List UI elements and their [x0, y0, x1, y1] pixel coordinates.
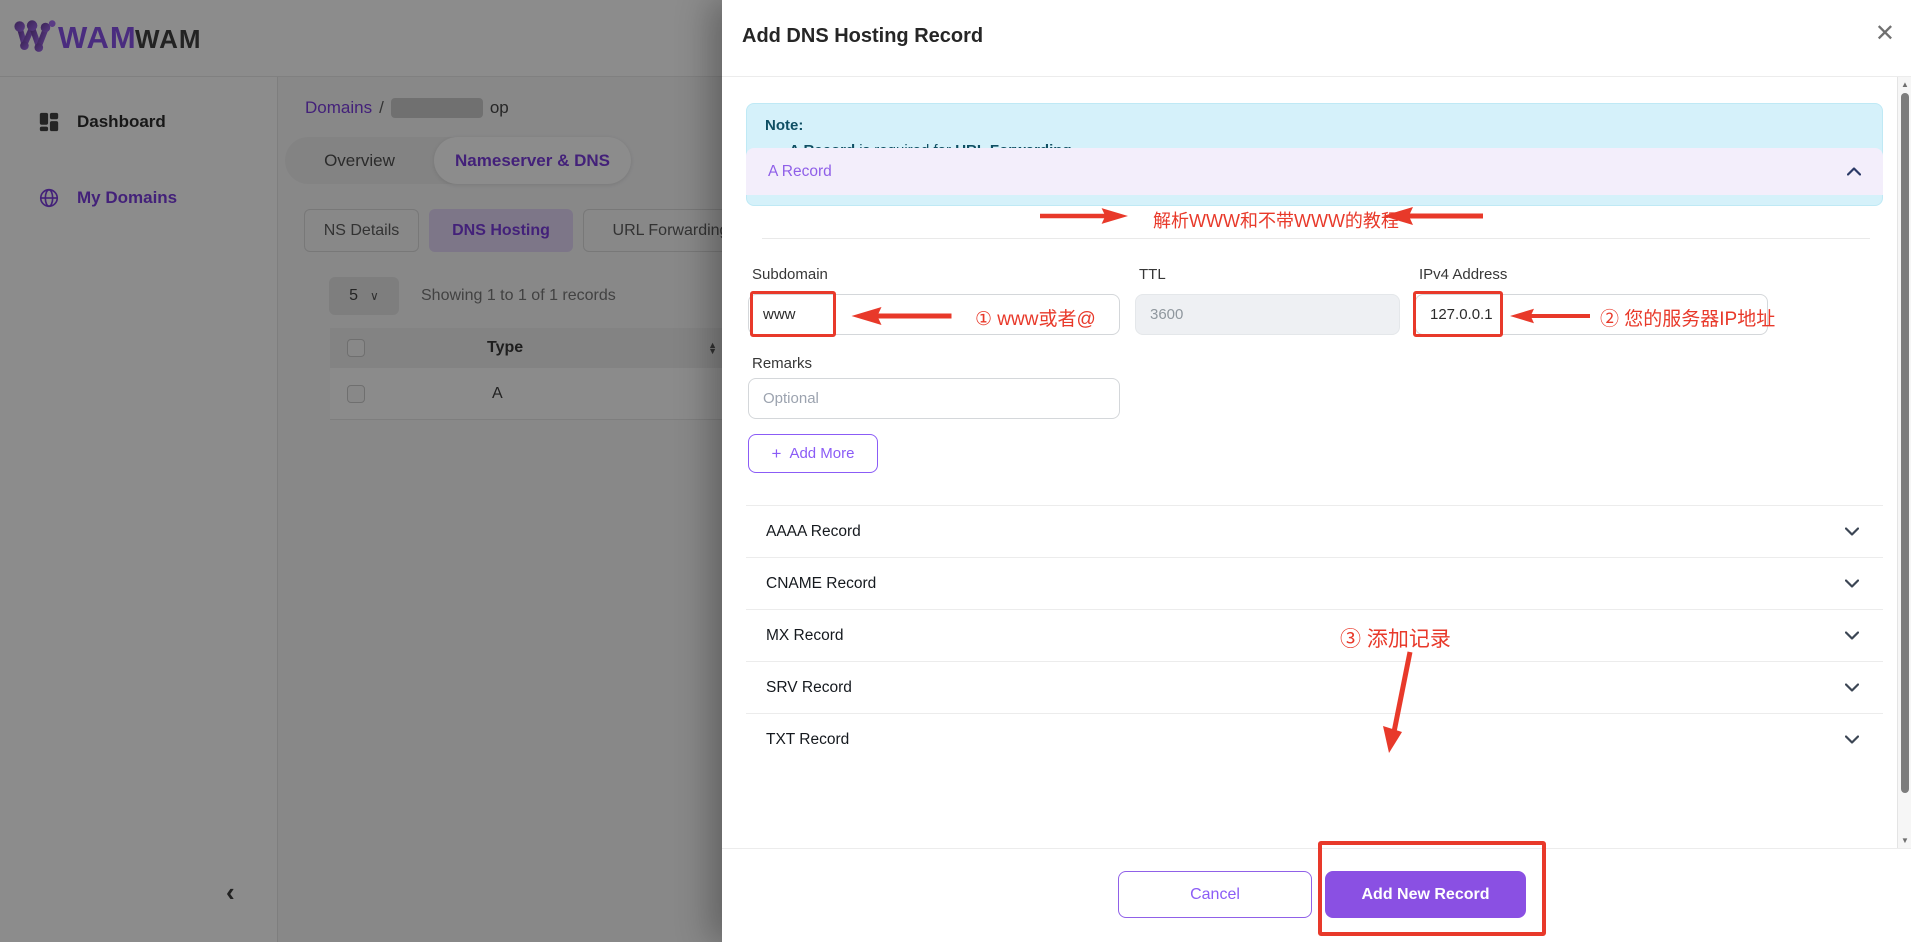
subdomain-label: Subdomain: [752, 266, 828, 283]
chevron-up-icon: [1847, 167, 1861, 176]
chevron-down-icon: [1845, 683, 1859, 692]
ttl-label: TTL: [1139, 266, 1166, 283]
accordion-mx-record[interactable]: MX Record: [746, 609, 1883, 661]
cancel-button[interactable]: Cancel: [1118, 871, 1312, 918]
annotation-arrow-left-icon: [1377, 206, 1489, 226]
close-icon[interactable]: ✕: [1875, 22, 1895, 46]
drawer-footer: Cancel Add New Record: [722, 848, 1911, 942]
section-label: TXT Record: [766, 731, 849, 749]
chevron-down-icon: [1845, 527, 1859, 536]
accordion-a-record-header[interactable]: A Record: [746, 148, 1883, 195]
a-record-title: A Record: [768, 163, 832, 181]
drawer-title: Add DNS Hosting Record: [742, 25, 983, 48]
remarks-input[interactable]: [748, 378, 1120, 419]
section-divider: [762, 238, 1870, 239]
chevron-down-icon: [1845, 579, 1859, 588]
add-dns-record-drawer: Add DNS Hosting Record ✕ Note: A Record …: [722, 0, 1911, 942]
ttl-input[interactable]: [1135, 294, 1400, 335]
scrollbar-thumb[interactable]: [1901, 93, 1909, 793]
section-label: CNAME Record: [766, 575, 876, 593]
plus-icon: +: [772, 444, 782, 464]
annotation-arrow-left-icon: [845, 306, 958, 326]
annotation-step2: ② 您的服务器IP地址: [1600, 304, 1775, 331]
section-label: MX Record: [766, 627, 844, 645]
annotation-box-ipv4-value: [1413, 291, 1503, 337]
annotation-step1: ① www或者@: [975, 304, 1096, 331]
scrollbar-up-arrow[interactable]: ▲: [1900, 80, 1910, 89]
accordion-aaaa-record[interactable]: AAAA Record: [746, 505, 1883, 557]
annotation-arrow-down-icon: [1380, 650, 1416, 756]
annotation-box-subdomain-value: [750, 291, 836, 337]
annotation-box-submit-button: [1318, 841, 1546, 936]
drawer-scrollbar: ▲ ▼: [1897, 77, 1911, 848]
accordion-srv-record[interactable]: SRV Record: [746, 661, 1883, 713]
accordion-cname-record[interactable]: CNAME Record: [746, 557, 1883, 609]
annotation-step3: ③ 添加记录: [1340, 623, 1451, 653]
add-more-label: Add More: [789, 445, 854, 462]
section-label: AAAA Record: [766, 523, 861, 541]
ipv4-label: IPv4 Address: [1419, 266, 1507, 283]
annotation-arrow-left-icon: [1510, 306, 1590, 326]
chevron-down-icon: [1845, 631, 1859, 640]
scrollbar-down-arrow[interactable]: ▼: [1900, 836, 1910, 845]
remarks-label: Remarks: [752, 355, 812, 372]
chevron-down-icon: [1845, 735, 1859, 744]
section-label: SRV Record: [766, 679, 852, 697]
annotation-arrow-right-icon: [1040, 206, 1128, 226]
add-more-button[interactable]: + Add More: [748, 434, 878, 473]
annotation-tutorial-title: 解析WWW和不带WWW的教程: [1153, 207, 1399, 233]
accordion-txt-record[interactable]: TXT Record: [746, 713, 1883, 765]
note-heading: Note:: [765, 117, 1864, 134]
drawer-header: Add DNS Hosting Record ✕: [722, 0, 1911, 77]
